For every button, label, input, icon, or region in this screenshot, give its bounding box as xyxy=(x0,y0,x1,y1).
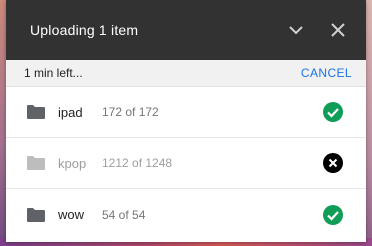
progress-bar-row: 1 min left... CANCEL xyxy=(6,60,366,87)
upload-progress-dialog: Uploading 1 item 1 min left... CANCEL ip… xyxy=(6,0,366,242)
background-photo-right xyxy=(366,0,372,246)
cancel-circle-icon xyxy=(322,152,344,174)
item-progress-count: 54 of 54 xyxy=(102,207,146,222)
item-name: ipad xyxy=(58,104,83,120)
item-progress-count: 172 of 172 xyxy=(102,105,159,119)
dialog-header: Uploading 1 item xyxy=(6,0,366,60)
close-icon xyxy=(331,23,345,37)
upload-item-wow: wow 54 of 54 xyxy=(6,189,366,240)
upload-item-ipad: ipad 172 of 172 xyxy=(6,87,366,138)
folder-icon xyxy=(26,104,46,120)
item-progress-count: 1212 of 1248 xyxy=(102,156,173,170)
time-remaining: 1 min left... xyxy=(24,66,83,80)
folder-icon xyxy=(26,207,46,223)
cancel-button[interactable]: CANCEL xyxy=(301,66,352,80)
close-button[interactable] xyxy=(322,14,354,46)
upload-item-kpop: kpop 1212 of 1248 xyxy=(6,138,366,189)
collapse-button[interactable] xyxy=(280,14,312,46)
check-circle-icon xyxy=(322,204,344,226)
chevron-down-icon xyxy=(289,26,303,35)
item-name: kpop xyxy=(58,155,87,171)
dialog-title: Uploading 1 item xyxy=(30,22,139,38)
item-name: wow xyxy=(58,207,85,222)
check-circle-icon xyxy=(322,101,344,123)
folder-icon xyxy=(26,155,46,171)
